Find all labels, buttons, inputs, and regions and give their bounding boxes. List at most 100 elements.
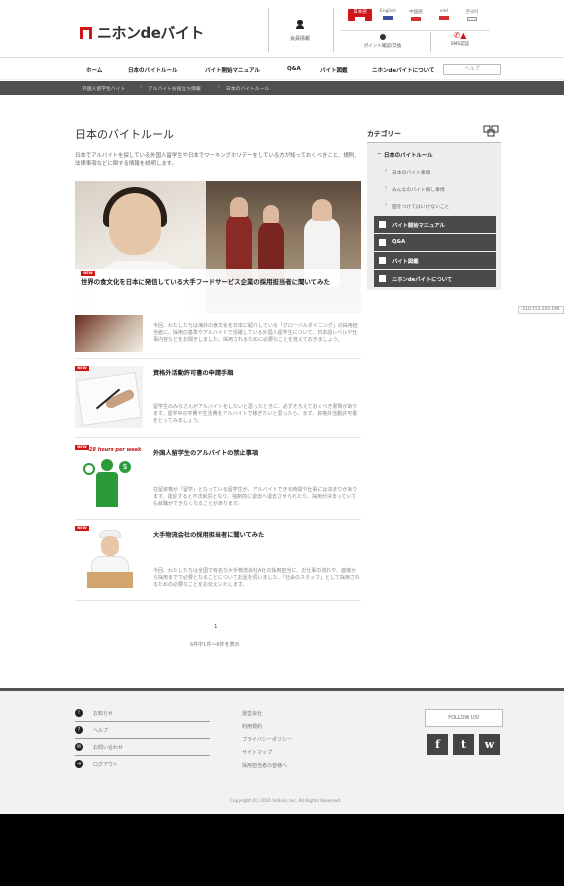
site-footer: ! お知らせ ? ヘルプ ✉ お問い合わせ ⇥ ログアウト 運営会社 利用規約 プライバ… — [0, 688, 564, 814]
article-thumbnail[interactable] — [75, 526, 143, 588]
lang-vietnamese[interactable]: viet — [432, 9, 456, 21]
sidebar-item-job-rules[interactable]: 日本のバイトルール — [384, 151, 433, 159]
footer-link-privacy[interactable]: プライバシーポリシー — [242, 736, 292, 743]
nav-job-guide[interactable]: バイト図鑑 — [320, 66, 348, 74]
article-thumbnail[interactable] — [75, 366, 143, 428]
square-icon — [379, 275, 386, 282]
language-switcher: 日本語 English 中国語 viet 한국어 — [348, 9, 488, 21]
nav-job-rules[interactable]: 日本のバイトルール — [128, 66, 178, 74]
sidebar-item-job-guide[interactable]: バイト図鑑 — [374, 252, 496, 269]
breadcrumb-item: 日本のバイトルール — [226, 87, 270, 92]
article-description: 在留資格が「留学」となっている留学生が、アルバイトできる時間や仕事には決まりがあ… — [153, 487, 358, 507]
header-divider — [268, 8, 269, 52]
divider — [75, 437, 361, 438]
breadcrumb-item[interactable]: 外国人留学生バイト — [82, 85, 125, 92]
footer-logout[interactable]: ⇥ ログアウト — [75, 757, 210, 773]
flag-vietnam-icon — [439, 16, 449, 20]
breadcrumb-item[interactable]: アルバイトお役立ち情報 — [148, 85, 201, 92]
square-icon — [379, 239, 386, 246]
header-divider — [430, 32, 431, 52]
arrow-right-icon: › — [385, 169, 387, 174]
flag-japan-icon — [355, 17, 365, 21]
hero-caption: NEW 世界の食文化を日本に発信している大手フードサービス企業の採用担当者に聞い… — [75, 269, 361, 313]
arrow-right-icon: › — [385, 203, 387, 208]
article-title[interactable]: 大手物流会社の採用担当者に聞いてみた — [153, 530, 264, 539]
footer-help[interactable]: ? ヘルプ — [75, 723, 210, 739]
arrow-right-icon: › — [385, 186, 387, 191]
help-button[interactable]: ヘルプ — [443, 64, 501, 75]
weibo-icon[interactable]: w — [479, 734, 500, 755]
info-icon: ! — [75, 709, 83, 717]
dollar-icon: $ — [119, 461, 131, 473]
ip-address-tag: 210.152.243.196 — [518, 306, 564, 314]
square-icon — [379, 221, 386, 228]
article-thumbnail[interactable]: 28 hours per week $ — [75, 445, 143, 507]
footer-link-recruiters[interactable]: 採用担当者の皆様へ — [242, 762, 287, 769]
sidebar-subitem[interactable]: 日本のバイト事情 — [392, 169, 430, 176]
divider — [75, 519, 361, 520]
points-icon — [379, 34, 386, 40]
article-title[interactable]: 資格外活動許可書の申請手順 — [153, 368, 233, 377]
new-badge: NEW — [75, 526, 89, 531]
breadcrumb-separator: › — [140, 85, 142, 90]
divider — [75, 600, 361, 601]
person-icon — [296, 20, 304, 29]
square-icon — [379, 257, 386, 264]
site-logo[interactable]: ニホンdeバイト — [80, 22, 204, 43]
follow-us-label: FOLLOW US! — [425, 709, 503, 727]
lang-japanese[interactable]: 日本語 — [348, 9, 372, 21]
footer-link-sitemap[interactable]: サイトマップ — [242, 749, 272, 756]
nav-home[interactable]: ホーム — [86, 66, 102, 74]
flag-korea-icon — [467, 17, 477, 21]
lang-english[interactable]: English — [376, 9, 400, 21]
footer-contact[interactable]: ✉ お問い合わせ — [75, 740, 210, 756]
new-badge: NEW — [81, 271, 95, 276]
logo-mark-icon — [80, 26, 92, 39]
points-link[interactable]: ポイント確認/交換 — [355, 34, 410, 49]
nav-about[interactable]: ニホンdeバイトについて — [372, 66, 435, 74]
nav-start-manual[interactable]: バイト開始マニュアル — [205, 66, 260, 74]
article-title[interactable]: 外国人留学生のアルバイトの禁止事項 — [153, 448, 258, 457]
phone-warning-icon: ✆▲ — [453, 31, 467, 40]
main-nav: ホーム 日本のバイトルール バイト開始マニュアル Q&A バイト図鑑 ニホンde… — [0, 60, 564, 80]
clock-icon — [83, 463, 95, 475]
header-divider — [333, 8, 334, 52]
member-info-label: 会員情報 — [289, 36, 310, 42]
new-badge: NEW — [75, 366, 89, 371]
question-icon: ? — [75, 726, 83, 734]
breadcrumb-separator: › — [218, 85, 220, 90]
flag-china-icon — [411, 17, 421, 21]
lang-korean[interactable]: 한국어 — [460, 9, 484, 21]
member-info-link[interactable]: 会員情報 — [275, 20, 325, 42]
twitter-icon[interactable]: t — [453, 734, 474, 755]
footer-link-terms[interactable]: 利用規約 — [242, 723, 262, 730]
sidebar-item-about[interactable]: ニホンdeバイトについて — [374, 270, 496, 287]
facebook-icon[interactable]: f — [427, 734, 448, 755]
sidebar-item-start-manual[interactable]: バイト開始マニュアル — [374, 216, 496, 233]
footer-news[interactable]: ! お知らせ — [75, 706, 210, 722]
site-header: ニホンdeバイト 会員情報 日本語 English 中国語 viet 한국어 ポ… — [0, 0, 564, 58]
article-description: 今回、わたしたちは全国で有名な大手物流会社A社の採用担当に、お仕事の流れや、面接… — [153, 568, 360, 588]
featured-article[interactable]: NEW 世界の食文化を日本に発信している大手フードサービス企業の採用担当者に聞い… — [75, 181, 361, 313]
breadcrumb: 外国人留学生バイト › アルバイトお役立ち情報 › 日本のバイトルール — [0, 81, 564, 95]
sms-auth-link[interactable]: ✆▲ SMS認証 — [440, 31, 480, 48]
header-divider — [340, 30, 490, 31]
sidebar-subitem[interactable]: みんなのバイト探し事情 — [392, 186, 445, 193]
logo-text: ニホンdeバイト — [97, 24, 204, 42]
bottom-black-area — [0, 814, 564, 886]
flag-uk-icon — [383, 16, 393, 20]
sidebar-subitem[interactable]: 面をつけてはいけないこと — [392, 203, 449, 210]
hero-thumbnail[interactable] — [75, 315, 143, 352]
divider — [75, 358, 361, 359]
page: ニホンdeバイト 会員情報 日本語 English 中国語 viet 한국어 ポ… — [0, 0, 564, 886]
pagination-current[interactable]: 1 — [214, 624, 218, 630]
lang-chinese[interactable]: 中国語 — [404, 9, 428, 21]
hero-title[interactable]: 世界の食文化を日本に発信している大手フードサービス企業の採用担当者に聞いてみた — [81, 278, 357, 287]
hero-description: 今回、わたしたちは海外の食文化を日本に紹介している「グローバルダイニング」の採用… — [153, 323, 358, 343]
intro-text: 日本でアルバイトを探している外国人留学生や日本でワーキングホリデーをしている方が… — [75, 153, 360, 167]
logout-icon: ⇥ — [75, 760, 83, 768]
sidebar-item-qa[interactable]: Q&A — [374, 234, 496, 251]
nav-qa[interactable]: Q&A — [287, 66, 301, 72]
footer-link-company[interactable]: 運営会社 — [242, 710, 262, 717]
new-badge: NEW — [75, 445, 89, 450]
